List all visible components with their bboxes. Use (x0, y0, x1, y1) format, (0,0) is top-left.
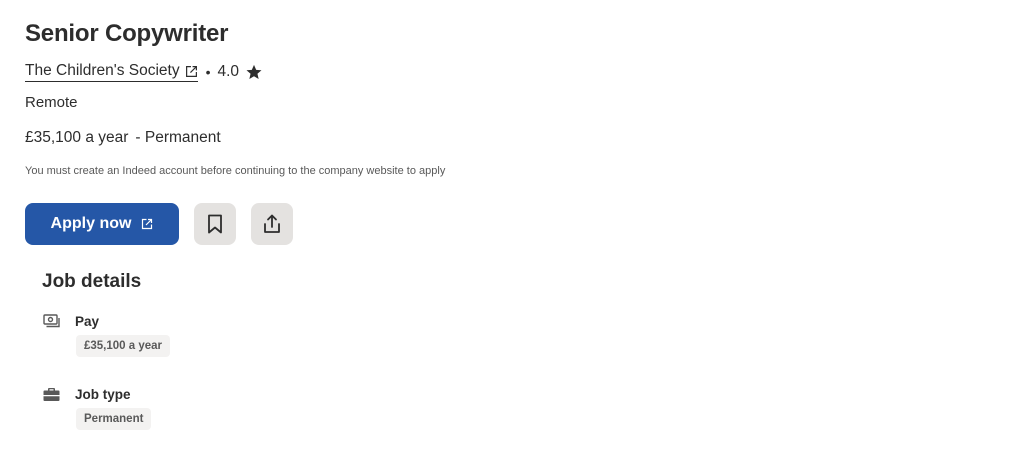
company-row: The Children's Society • 4.0 (25, 62, 263, 82)
apply-now-button[interactable]: Apply now (25, 203, 179, 245)
share-job-button[interactable] (251, 203, 293, 245)
money-icon (43, 314, 60, 328)
apply-now-label: Apply now (50, 215, 132, 232)
company-name: The Children's Society (25, 62, 180, 79)
job-details-heading: Job details (42, 271, 142, 292)
star-icon (245, 63, 263, 81)
job-type-tag: Permanent (76, 408, 152, 430)
pay-label: Pay (75, 314, 100, 329)
pay-tag: £35,100 a year (76, 335, 171, 357)
save-job-button[interactable] (194, 203, 236, 245)
company-rating: 4.0 (217, 63, 240, 80)
salary-line: £35,100 a year - Permanent (25, 129, 221, 147)
job-title: Senior Copywriter (25, 20, 229, 47)
share-icon (264, 214, 280, 233)
salary-text: £35,100 a year (25, 129, 129, 146)
account-notice: You must create an Indeed account before… (25, 165, 446, 177)
external-link-icon (185, 65, 197, 77)
job-type-label: Job type (75, 387, 131, 402)
job-location: Remote (25, 94, 78, 111)
external-link-icon (142, 218, 153, 230)
briefcase-icon (43, 388, 60, 401)
job-type-text: - Permanent (135, 129, 221, 146)
separator-dot: • (205, 64, 211, 80)
bookmark-icon (208, 214, 222, 234)
company-link[interactable]: The Children's Society (25, 62, 198, 82)
